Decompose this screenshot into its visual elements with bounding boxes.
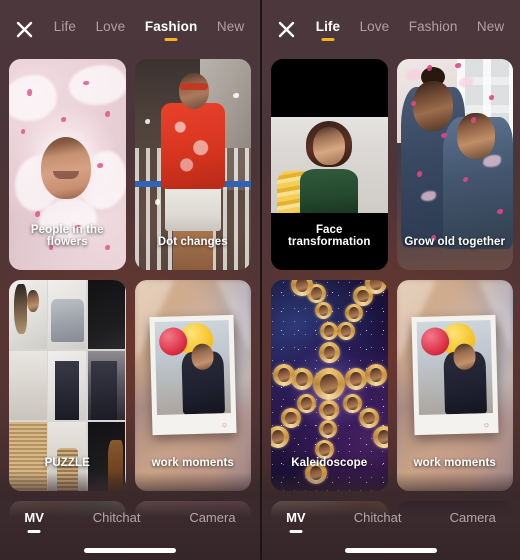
tab-fashion-right[interactable]: Fashion	[407, 17, 460, 42]
dual-screenshot-container: Life Love Fashion New People in the flow…	[0, 0, 520, 560]
nav-item-mv[interactable]: MV	[286, 510, 306, 534]
effect-card-label: People in the flowers	[30, 224, 104, 248]
effect-card-people-in-the-flowers[interactable]: People in the flowers	[9, 59, 126, 270]
phone-screen-left: Life Love Fashion New People in the flow…	[0, 0, 260, 560]
nav-item-chitchat[interactable]: Chitchat	[93, 510, 141, 534]
effect-card-dot-changes[interactable]: Dot changes	[134, 59, 251, 270]
effect-card-label: work moments	[413, 457, 496, 469]
effect-card-label: Kaleidoscope	[291, 457, 368, 469]
tab-love-left[interactable]: Love	[94, 17, 128, 42]
effect-card-label: Grow old together	[404, 236, 506, 248]
effect-card-work-moments[interactable]: ☺ work moments	[134, 280, 251, 491]
effect-card-label: PUZZLE	[44, 457, 90, 469]
effect-card-face-transformation[interactable]: Face transformation	[271, 59, 388, 270]
polaroid-frame: ☺	[410, 314, 499, 436]
effect-card-label: Face transformation	[287, 224, 371, 248]
effect-card-label: work moments	[151, 457, 234, 469]
tab-love-right[interactable]: Love	[358, 17, 392, 42]
close-icon[interactable]	[8, 13, 40, 45]
tab-new-right[interactable]: New	[475, 17, 506, 42]
category-tabs-left: Life Love Fashion New	[40, 17, 254, 42]
phone-screen-right: Life Love Fashion New Face transformatio…	[260, 0, 520, 560]
nav-item-mv[interactable]: MV	[24, 510, 44, 534]
effect-card-work-moments[interactable]: ☺ work moments	[396, 280, 513, 491]
tab-life-left[interactable]: Life	[52, 17, 78, 42]
home-indicator	[345, 548, 437, 553]
nav-item-chitchat[interactable]: Chitchat	[354, 510, 402, 534]
polaroid-frame: ☺	[148, 314, 237, 436]
close-icon[interactable]	[270, 13, 302, 45]
effect-card-grow-old-together[interactable]: Grow old together	[396, 59, 513, 270]
category-tabs-right: Life Love Fashion New	[302, 17, 514, 42]
top-tab-bar-left: Life Love Fashion New	[0, 0, 260, 58]
face-cutout	[41, 137, 91, 199]
signature-mark: ☺	[220, 422, 228, 430]
tab-new-left[interactable]: New	[215, 17, 246, 42]
top-tab-bar-right: Life Love Fashion New	[262, 0, 520, 58]
effect-card-kaleidoscope[interactable]: Kaleidoscope	[271, 280, 388, 491]
home-indicator	[84, 548, 176, 553]
effect-card-puzzle[interactable]: PUZZLE	[9, 280, 126, 491]
nav-item-camera[interactable]: Camera	[450, 510, 496, 534]
nav-item-camera[interactable]: Camera	[189, 510, 235, 534]
tab-life-right[interactable]: Life	[314, 17, 342, 42]
effect-card-label: Dot changes	[157, 236, 228, 248]
tab-fashion-left[interactable]: Fashion	[143, 17, 199, 42]
signature-mark: ☺	[482, 422, 490, 430]
